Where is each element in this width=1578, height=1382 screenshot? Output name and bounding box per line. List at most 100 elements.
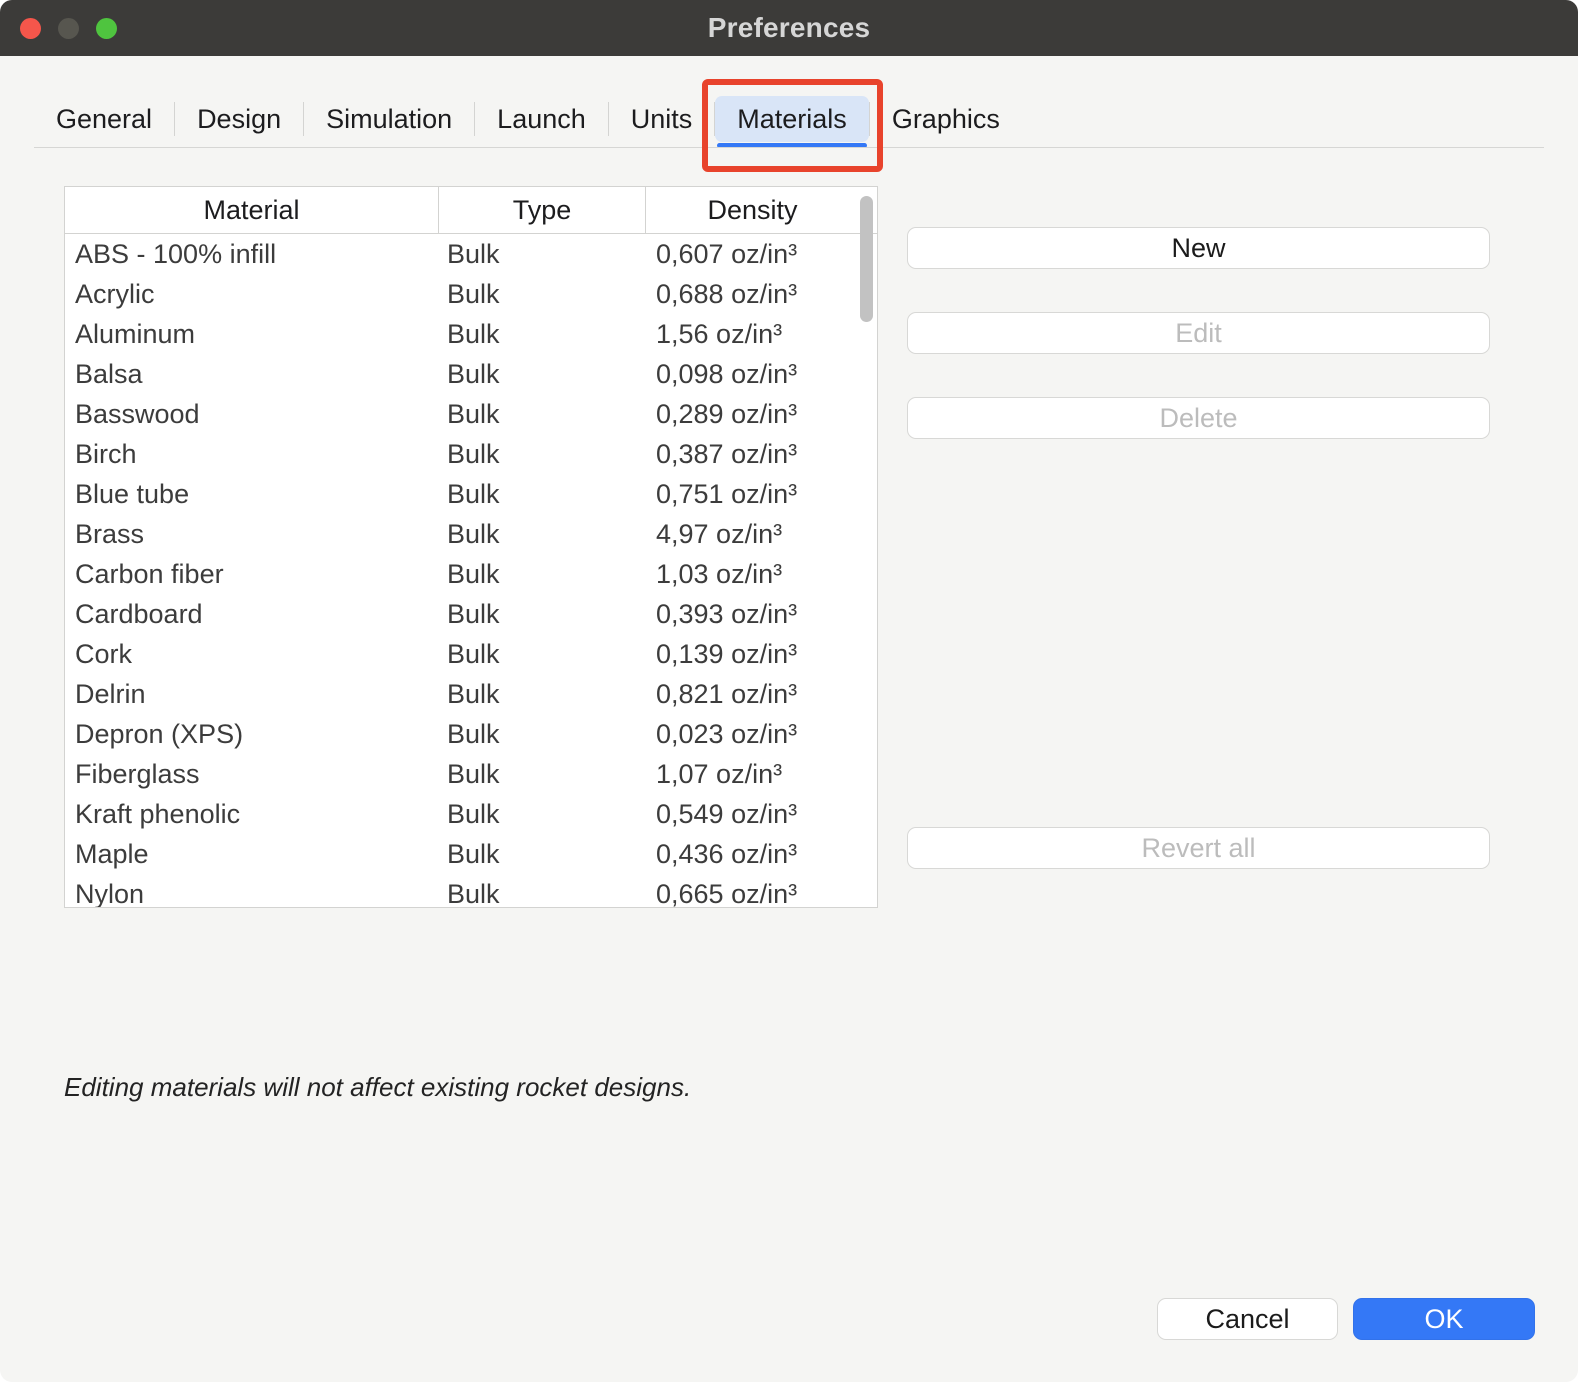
table-scrollbar[interactable]: [860, 196, 873, 322]
material-cell: Aluminum: [65, 314, 439, 354]
density-cell: 1,56 oz/in³: [646, 314, 877, 354]
type-cell: Bulk: [439, 274, 646, 314]
type-cell: Bulk: [439, 874, 646, 908]
density-cell: 0,607 oz/in³: [646, 234, 877, 274]
table-row[interactable]: Carbon fiberBulk1,03 oz/in³: [65, 554, 877, 594]
tab-design[interactable]: Design: [175, 96, 303, 142]
tab-label: Units: [631, 104, 693, 134]
material-cell: Basswood: [65, 394, 439, 434]
type-cell: Bulk: [439, 794, 646, 834]
material-cell: Depron (XPS): [65, 714, 439, 754]
table-row[interactable]: AcrylicBulk0,688 oz/in³: [65, 274, 877, 314]
material-cell: Acrylic: [65, 274, 439, 314]
type-cell: Bulk: [439, 314, 646, 354]
edit-button[interactable]: Edit: [907, 312, 1490, 354]
material-cell: Delrin: [65, 674, 439, 714]
type-cell: Bulk: [439, 674, 646, 714]
table-row[interactable]: AluminumBulk1,56 oz/in³: [65, 314, 877, 354]
type-cell: Bulk: [439, 394, 646, 434]
materials-note: Editing materials will not affect existi…: [64, 1072, 691, 1103]
density-cell: 0,688 oz/in³: [646, 274, 877, 314]
tab-label: General: [56, 104, 152, 134]
type-cell: Bulk: [439, 834, 646, 874]
material-cell: Blue tube: [65, 474, 439, 514]
type-cell: Bulk: [439, 754, 646, 794]
type-cell: Bulk: [439, 514, 646, 554]
table-row[interactable]: BirchBulk0,387 oz/in³: [65, 434, 877, 474]
minimize-button[interactable]: [58, 18, 79, 39]
new-button[interactable]: New: [907, 227, 1490, 269]
tab-launch[interactable]: Launch: [475, 96, 608, 142]
zoom-button[interactable]: [96, 18, 117, 39]
tab-graphics[interactable]: Graphics: [870, 96, 1022, 142]
density-cell: 0,139 oz/in³: [646, 634, 877, 674]
density-cell: 1,03 oz/in³: [646, 554, 877, 594]
column-header-material[interactable]: Material: [65, 187, 439, 233]
tab-label: Simulation: [326, 104, 452, 134]
table-row[interactable]: BasswoodBulk0,289 oz/in³: [65, 394, 877, 434]
revert-all-button[interactable]: Revert all: [907, 827, 1490, 869]
table-row[interactable]: Blue tubeBulk0,751 oz/in³: [65, 474, 877, 514]
tab-label: Materials: [737, 104, 847, 134]
material-cell: Balsa: [65, 354, 439, 394]
density-cell: 0,387 oz/in³: [646, 434, 877, 474]
table-row[interactable]: CorkBulk0,139 oz/in³: [65, 634, 877, 674]
window-title: Preferences: [708, 12, 871, 44]
table-row[interactable]: NylonBulk0,665 oz/in³: [65, 874, 877, 908]
table-row[interactable]: FiberglassBulk1,07 oz/in³: [65, 754, 877, 794]
density-cell: 0,098 oz/in³: [646, 354, 877, 394]
table-row[interactable]: BrassBulk4,97 oz/in³: [65, 514, 877, 554]
material-cell: Fiberglass: [65, 754, 439, 794]
material-cell: Birch: [65, 434, 439, 474]
tab-label: Graphics: [892, 104, 1000, 134]
material-cell: Cardboard: [65, 594, 439, 634]
materials-table: Material Type Density ABS - 100% infillB…: [64, 186, 878, 908]
delete-button[interactable]: Delete: [907, 397, 1490, 439]
density-cell: 0,665 oz/in³: [646, 874, 877, 908]
column-header-density[interactable]: Density: [646, 187, 877, 233]
tab-bar-divider: [34, 147, 1544, 148]
table-row[interactable]: ABS - 100% infillBulk0,607 oz/in³: [65, 234, 877, 274]
table-row[interactable]: DelrinBulk0,821 oz/in³: [65, 674, 877, 714]
cancel-button[interactable]: Cancel: [1157, 1298, 1338, 1340]
type-cell: Bulk: [439, 594, 646, 634]
ok-button[interactable]: OK: [1353, 1298, 1535, 1340]
material-cell: Carbon fiber: [65, 554, 439, 594]
material-cell: Cork: [65, 634, 439, 674]
density-cell: 0,289 oz/in³: [646, 394, 877, 434]
material-cell: Maple: [65, 834, 439, 874]
table-row[interactable]: MapleBulk0,436 oz/in³: [65, 834, 877, 874]
table-row[interactable]: BalsaBulk0,098 oz/in³: [65, 354, 877, 394]
density-cell: 0,023 oz/in³: [646, 714, 877, 754]
material-cell: Nylon: [65, 874, 439, 908]
type-cell: Bulk: [439, 554, 646, 594]
close-button[interactable]: [20, 18, 41, 39]
density-cell: 4,97 oz/in³: [646, 514, 877, 554]
tab-units[interactable]: Units: [609, 96, 715, 142]
title-bar: Preferences: [0, 0, 1578, 56]
table-header: Material Type Density: [65, 187, 877, 234]
tab-bar: General Design Simulation Launch Units Materi…: [34, 90, 1544, 148]
tab-general[interactable]: General: [34, 96, 174, 142]
density-cell: 0,436 oz/in³: [646, 834, 877, 874]
density-cell: 0,393 oz/in³: [646, 594, 877, 634]
density-cell: 0,549 oz/in³: [646, 794, 877, 834]
material-cell: ABS - 100% infill: [65, 234, 439, 274]
tab-label: Design: [197, 104, 281, 134]
type-cell: Bulk: [439, 234, 646, 274]
tab-simulation[interactable]: Simulation: [304, 96, 474, 142]
density-cell: 0,821 oz/in³: [646, 674, 877, 714]
density-cell: 0,751 oz/in³: [646, 474, 877, 514]
table-row[interactable]: CardboardBulk0,393 oz/in³: [65, 594, 877, 634]
material-cell: Brass: [65, 514, 439, 554]
table-row[interactable]: Depron (XPS)Bulk0,023 oz/in³: [65, 714, 877, 754]
type-cell: Bulk: [439, 474, 646, 514]
column-header-type[interactable]: Type: [439, 187, 646, 233]
table-row[interactable]: Kraft phenolicBulk0,549 oz/in³: [65, 794, 877, 834]
type-cell: Bulk: [439, 634, 646, 674]
type-cell: Bulk: [439, 354, 646, 394]
tab-label: Launch: [497, 104, 586, 134]
traffic-lights: [20, 0, 117, 56]
tab-materials[interactable]: Materials: [715, 96, 869, 142]
type-cell: Bulk: [439, 434, 646, 474]
